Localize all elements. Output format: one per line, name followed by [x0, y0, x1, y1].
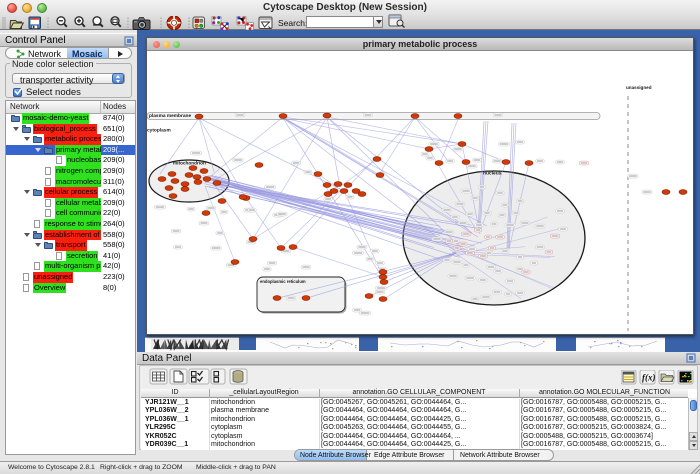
- svg-text:plasma membrane: plasma membrane: [149, 113, 191, 119]
- svg-text:unassigned: unassigned: [626, 85, 652, 90]
- svg-text:endoplasmic reticulum: endoplasmic reticulum: [260, 279, 306, 284]
- svg-text:cytoplasm: cytoplasm: [147, 128, 171, 134]
- svg-text:f(x): f(x): [642, 373, 656, 383]
- svg-text:mitochondrion: mitochondrion: [173, 161, 206, 166]
- svg-text:nucleus: nucleus: [483, 171, 502, 177]
